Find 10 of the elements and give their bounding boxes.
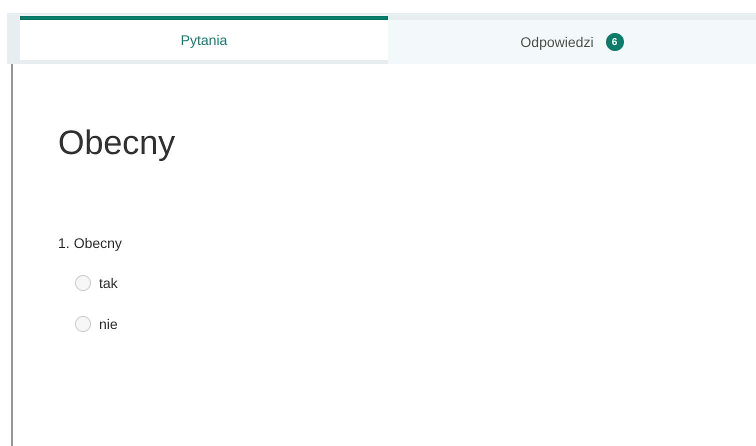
- radio-button[interactable]: [75, 316, 91, 332]
- option-label: tak: [99, 274, 118, 292]
- tab[interactable]: Pytania: [20, 16, 388, 60]
- tab[interactable]: Odpowiedzi 6: [388, 20, 756, 64]
- form-title: Obecny: [58, 123, 176, 164]
- question-title: Obecny: [74, 234, 122, 253]
- count-badge: 6: [606, 33, 624, 51]
- question-number: 1.: [58, 234, 70, 252]
- radio-button[interactable]: [75, 275, 91, 291]
- option-label: nie: [99, 314, 118, 334]
